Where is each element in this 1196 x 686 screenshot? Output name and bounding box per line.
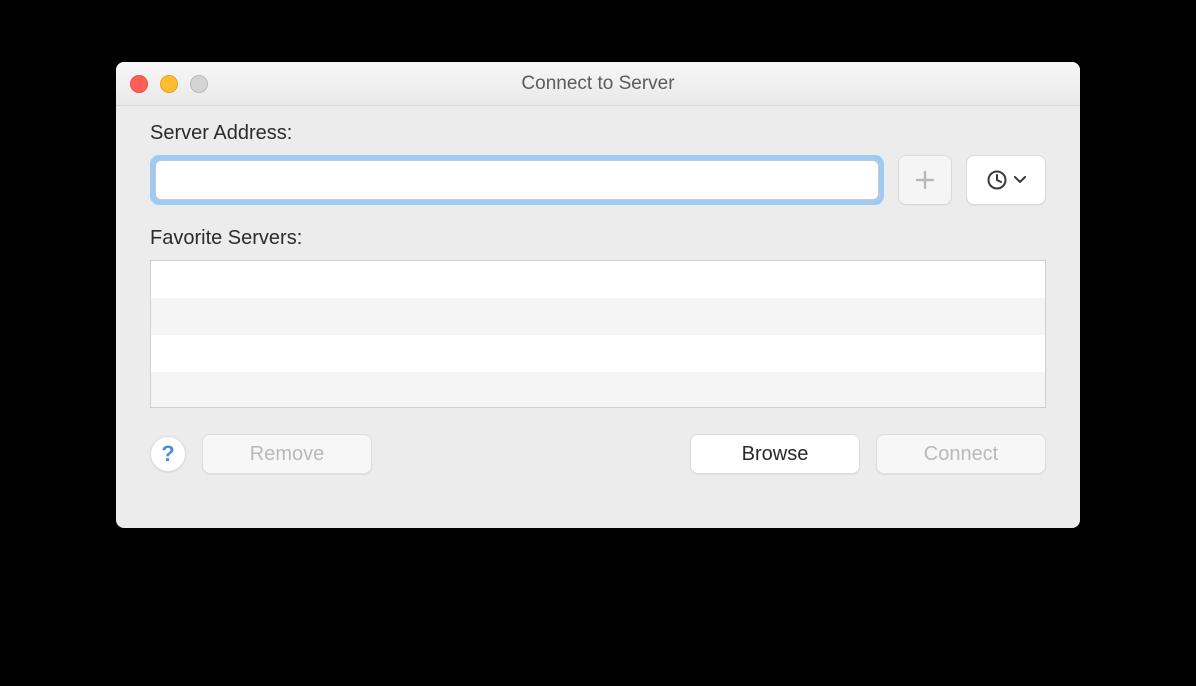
recent-servers-button[interactable] [966, 155, 1046, 205]
minimize-window-button[interactable] [160, 75, 178, 93]
clock-icon [986, 169, 1008, 191]
zoom-window-button [190, 75, 208, 93]
help-icon: ? [161, 441, 174, 467]
chevron-down-icon [1014, 176, 1026, 184]
list-row [151, 372, 1045, 408]
browse-button-label: Browse [742, 443, 809, 466]
connect-button[interactable]: Connect [876, 434, 1046, 474]
favorite-servers-list[interactable] [150, 260, 1046, 408]
remove-button-label: Remove [250, 443, 324, 466]
footer-row: ? Remove Browse Connect [150, 434, 1046, 474]
connect-button-label: Connect [924, 443, 999, 466]
window-title: Connect to Server [521, 73, 674, 95]
help-button[interactable]: ? [150, 436, 186, 472]
browse-button[interactable]: Browse [690, 434, 860, 474]
list-row [151, 298, 1045, 335]
plus-icon [914, 169, 936, 191]
list-row [151, 335, 1045, 372]
list-row [151, 261, 1045, 298]
server-address-focus-ring [150, 155, 884, 205]
server-address-input[interactable] [155, 160, 879, 200]
server-address-row [150, 155, 1046, 205]
remove-button[interactable]: Remove [202, 434, 372, 474]
favorite-servers-label: Favorite Servers: [150, 227, 1046, 250]
window-content: Server Address: Favorite Servers: [116, 106, 1080, 496]
connect-to-server-window: Connect to Server Server Address: [116, 62, 1080, 528]
titlebar: Connect to Server [116, 62, 1080, 106]
window-controls [130, 75, 208, 93]
add-favorite-button[interactable] [898, 155, 952, 205]
server-address-label: Server Address: [150, 122, 1046, 145]
close-window-button[interactable] [130, 75, 148, 93]
